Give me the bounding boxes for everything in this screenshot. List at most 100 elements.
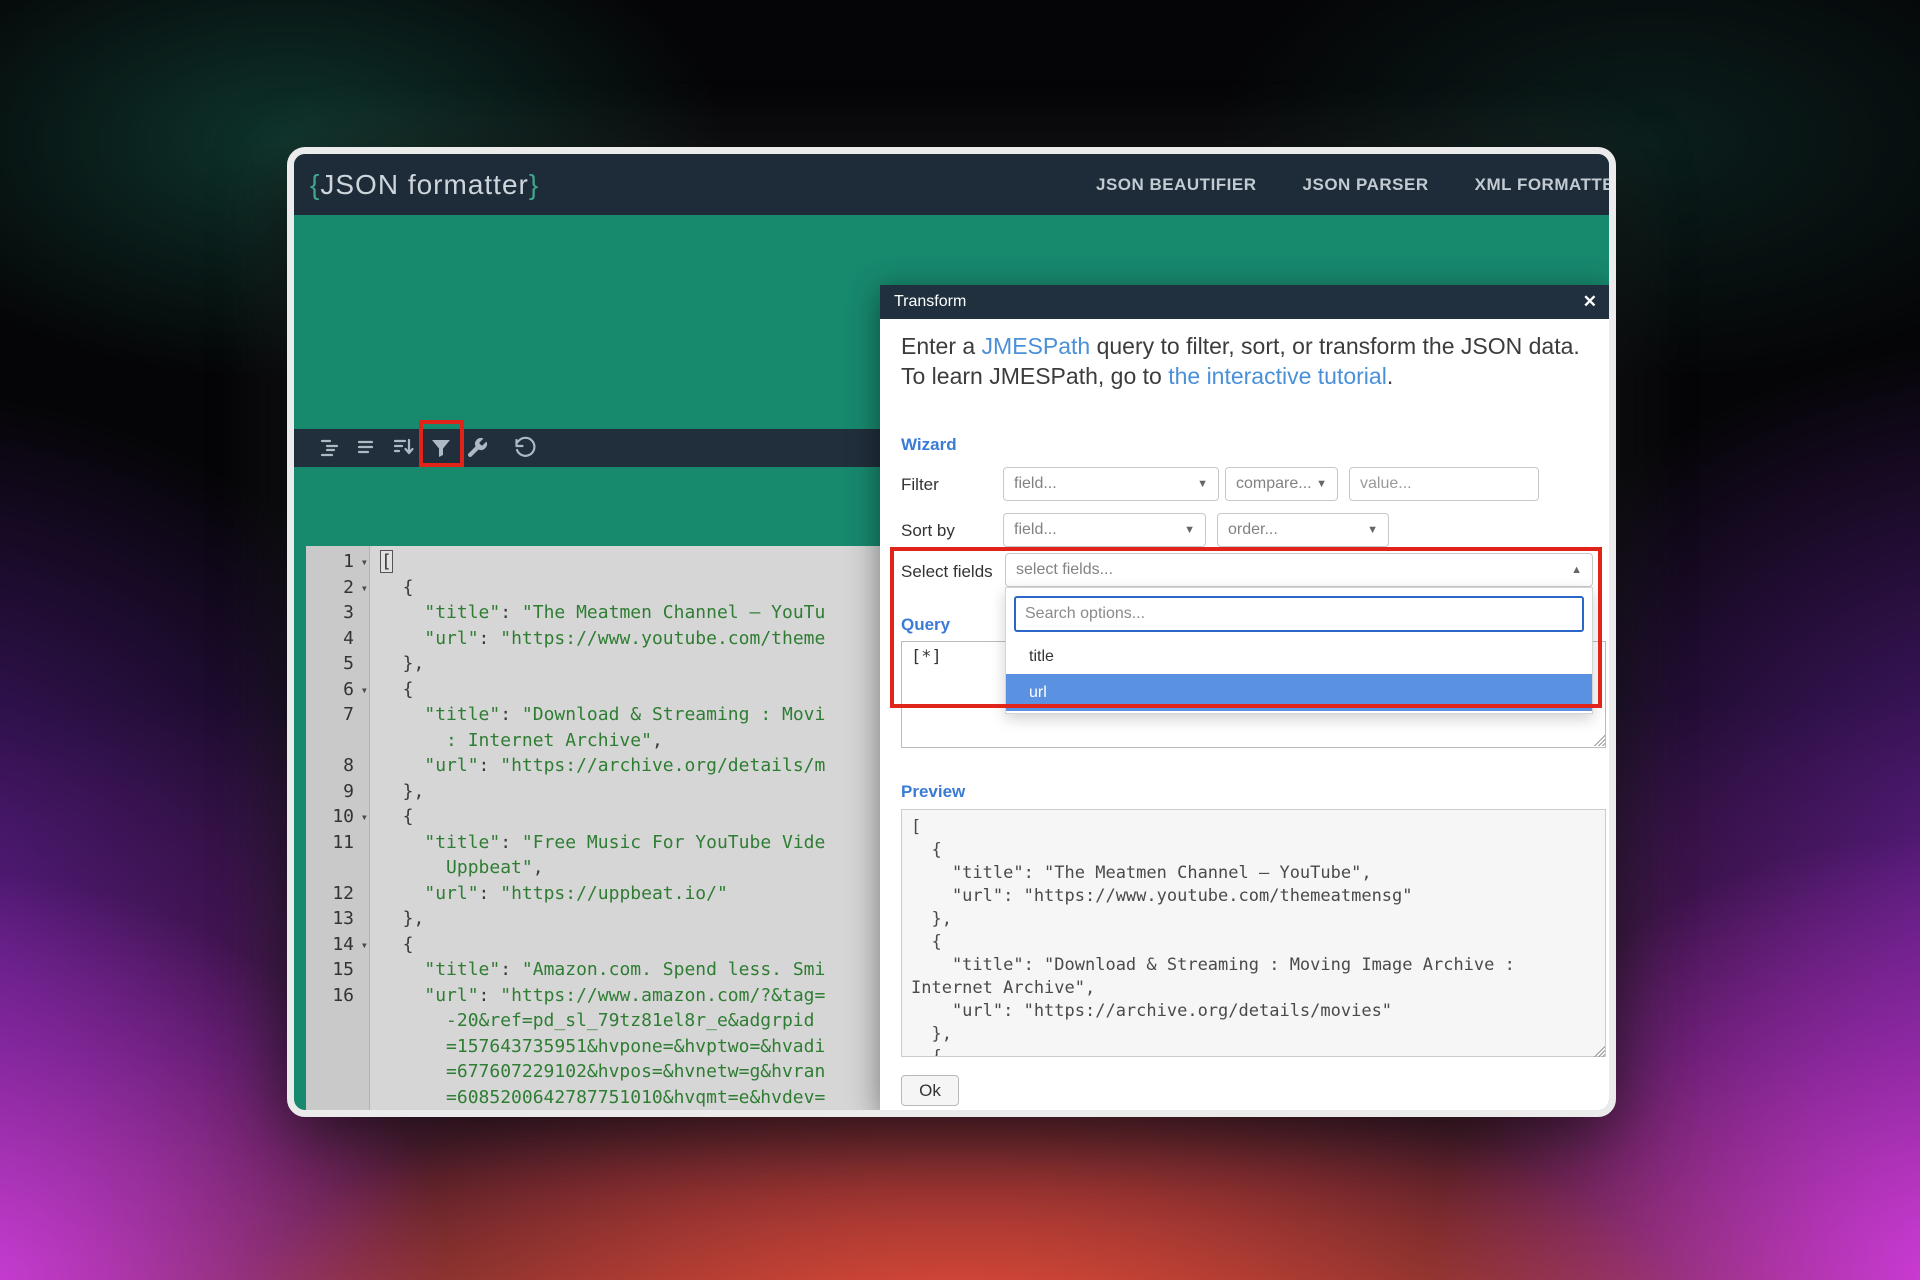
nav-xml-formatter[interactable]: XML FORMATTER [1475,175,1616,195]
code-text: Uppbeat", [370,855,544,881]
format-indent-icon[interactable] [318,436,342,460]
transform-dialog: Transform ✕ Enter a JMESPath query to fi… [880,285,1609,1112]
line-number: 9 [306,779,370,805]
fold-caret-icon[interactable]: ▾ [361,805,368,831]
undo-icon[interactable] [513,436,537,460]
sort-order-placeholder: order... [1228,521,1278,539]
code-text: "url": "https://www.amazon.com/?&tag= [370,983,825,1009]
dropdown-search-input[interactable] [1014,596,1584,632]
chevron-up-icon: ▲ [1571,564,1582,576]
intro-text-2: query to filter, sort, or transform the … [1090,333,1580,359]
fold-caret-icon[interactable]: ▾ [361,933,368,959]
preview-json-content: [ { "title": "The Meatmen Channel – YouT… [902,810,1605,1057]
select-fields-dropdown: title url [1005,587,1593,714]
interactive-tutorial-link[interactable]: the interactive tutorial [1168,363,1387,389]
line-number [306,1059,370,1085]
line-number: 5 [306,651,370,677]
intro-text-3: To learn JMESPath, go to [901,363,1168,389]
line-number [306,855,370,881]
logo-open-brace: { [310,169,320,201]
intro-text-1: Enter a [901,333,982,359]
code-text: { [370,932,414,958]
chevron-down-icon: ▼ [1197,478,1208,490]
json-formatter-window: {JSON formatter} JSON BEAUTIFIER JSON PA… [287,147,1616,1117]
compact-lines-icon[interactable] [355,436,379,460]
filter-row-label: Filter [901,475,939,495]
nav-json-beautifier[interactable]: JSON BEAUTIFIER [1096,175,1257,195]
line-number [306,1085,370,1111]
line-number: 12 [306,881,370,907]
code-text: "title": "Download & Streaming : Movi [370,702,825,728]
line-number: 13 [306,906,370,932]
code-text: [ [370,549,392,575]
select-fields-label: Select fields [901,562,993,582]
preview-section-label: Preview [901,782,965,802]
line-number: 10▾ [306,804,370,830]
sort-field-placeholder: field... [1014,521,1057,539]
line-number: 2▾ [306,575,370,601]
code-text: }, [370,651,424,677]
top-navigation: JSON BEAUTIFIER JSON PARSER XML FORMATTE… [1096,154,1616,215]
code-text: "url": "https://www.youtube.com/theme [370,626,825,652]
sort-field-select[interactable]: field... ▼ [1003,513,1206,547]
dialog-intro-text: Enter a JMESPath query to filter, sort, … [901,331,1601,391]
code-text: -20&ref=pd_sl_79tz81el8r_e&adgrpid [370,1008,814,1034]
filter-compare-placeholder: compare... [1236,475,1312,493]
dialog-header: Transform ✕ [880,285,1609,319]
logo-text: JSON formatter [320,169,528,201]
code-text: "title": "Amazon.com. Spend less. Smi [370,957,825,983]
dialog-title: Transform [894,285,966,319]
select-fields-select[interactable]: select fields... ▲ [1005,553,1593,587]
site-logo[interactable]: {JSON formatter} [310,154,539,215]
select-fields-placeholder: select fields... [1016,561,1113,579]
jmespath-link[interactable]: JMESPath [982,333,1091,359]
sort-lines-icon[interactable] [392,436,416,460]
wrench-icon[interactable] [465,436,489,460]
fold-caret-icon[interactable]: ▾ [361,576,368,602]
line-number [306,1034,370,1060]
nav-json-parser[interactable]: JSON PARSER [1303,175,1429,195]
fold-caret-icon[interactable]: ▾ [361,678,368,704]
line-number: 14▾ [306,932,370,958]
logo-close-brace: } [529,169,539,201]
chevron-down-icon: ▼ [1316,478,1327,490]
code-text: "title": "Free Music For YouTube Vide [370,830,825,856]
sort-row-label: Sort by [901,521,955,541]
fold-caret-icon[interactable]: ▾ [361,550,368,576]
app-header: {JSON formatter} JSON BEAUTIFIER JSON PA… [294,154,1609,215]
preview-box: [ { "title": "The Meatmen Channel – YouT… [901,809,1606,1057]
dropdown-option-url[interactable]: url [1006,674,1592,711]
line-number: 1▾ [306,549,370,575]
code-text: }, [370,779,424,805]
chevron-down-icon: ▼ [1184,524,1195,536]
sort-order-select[interactable]: order... ▼ [1217,513,1389,547]
filter-field-select[interactable]: field... ▼ [1003,467,1219,501]
filter-funnel-icon[interactable] [429,436,453,460]
filter-value-input[interactable] [1349,467,1539,501]
code-text: { [370,804,414,830]
line-number: 6▾ [306,677,370,703]
code-text: =6085200642787751010&hvqmt=e&hvdev= [370,1085,825,1111]
ok-button[interactable]: Ok [901,1075,959,1106]
chevron-down-icon: ▼ [1367,524,1378,536]
code-text: =677607229102&hvpos=&hvnetw=g&hvran [370,1059,825,1085]
intro-text-4: . [1387,363,1393,389]
code-text: =157643735951&hvpone=&hvptwo=&hvadi [370,1034,825,1060]
wizard-section-label: Wizard [901,435,957,455]
dropdown-option-title[interactable]: title [1006,640,1592,674]
line-number: 16 [306,983,370,1009]
code-text: : Internet Archive", [370,728,663,754]
line-number: 8 [306,753,370,779]
code-text: "url": "https://uppbeat.io/" [370,881,728,907]
line-number [306,1008,370,1034]
query-section-label: Query [901,615,950,635]
filter-compare-select[interactable]: compare... ▼ [1225,467,1338,501]
code-text: "title": "The Meatmen Channel – YouTu [370,600,825,626]
line-number: 15 [306,957,370,983]
line-number: 11 [306,830,370,856]
filter-field-placeholder: field... [1014,475,1057,493]
code-text: "url": "https://archive.org/details/m [370,753,825,779]
close-icon[interactable]: ✕ [1583,285,1597,319]
line-number: 3 [306,600,370,626]
desktop-background: {JSON formatter} JSON BEAUTIFIER JSON PA… [0,0,1920,1280]
